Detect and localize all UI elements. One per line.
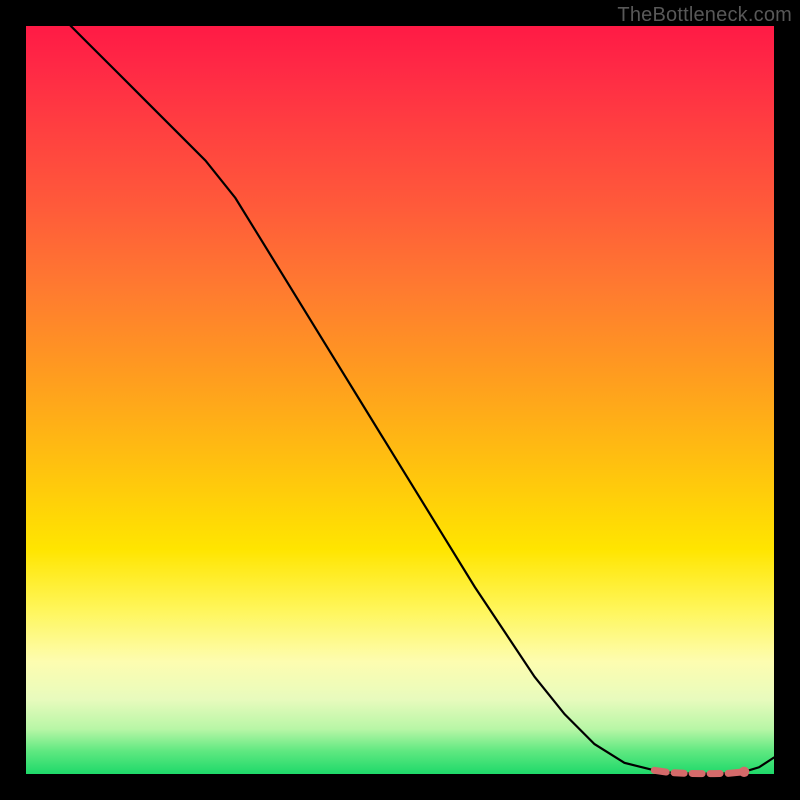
dashed-accent	[654, 770, 744, 773]
plot-area	[26, 26, 774, 774]
chart-frame: TheBottleneck.com	[0, 0, 800, 800]
watermark-text: TheBottleneck.com	[617, 4, 792, 27]
curve-layer	[26, 26, 774, 774]
accent-dot	[739, 767, 749, 777]
bottleneck-curve	[26, 0, 774, 774]
